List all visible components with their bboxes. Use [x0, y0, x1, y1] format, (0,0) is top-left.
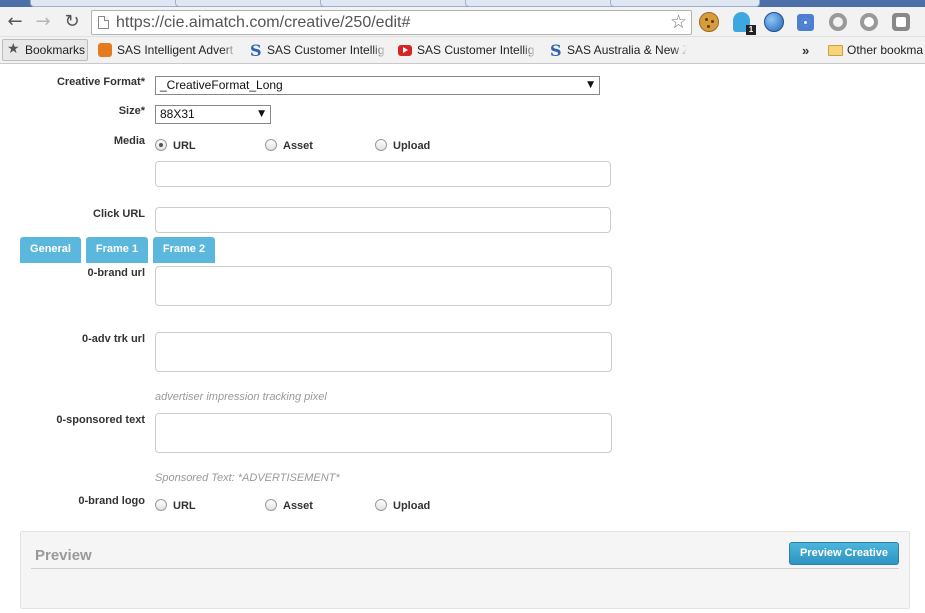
bookmark-item[interactable]: SAS Australia & New Z: [547, 40, 687, 61]
bookmark-label: SAS Intelligent Advert: [117, 43, 234, 57]
preview-divider: [31, 568, 899, 569]
creative-edit-page: Creative Format* _CreativeFormat_Long ▼ …: [0, 65, 925, 613]
star-icon: ★: [7, 41, 20, 57]
size-select[interactable]: 88X31 ▼: [155, 105, 271, 124]
adv-trk-url-label: 0-adv trk url: [82, 333, 145, 345]
more-bookmarks-chevron-icon[interactable]: »: [802, 40, 809, 61]
browser-tab[interactable]: [320, 0, 470, 7]
bookmarks-button[interactable]: ★ Bookmarks: [2, 39, 88, 61]
address-url[interactable]: https://cie.aimatch.com/creative/250/edi…: [116, 13, 410, 33]
radio-icon[interactable]: [375, 499, 387, 511]
preview-creative-button[interactable]: Preview Creative: [789, 542, 899, 565]
address-bar[interactable]: https://cie.aimatch.com/creative/250/edi…: [91, 10, 692, 35]
browser-tab[interactable]: [175, 0, 325, 7]
sas-blue-icon: [548, 40, 562, 61]
brand-url-label: 0-brand url: [87, 267, 145, 279]
globe-extension-icon[interactable]: [764, 12, 784, 32]
adv-trk-url-hint: advertiser impression tracking pixel: [155, 391, 327, 403]
dropdown-arrow-icon: ▼: [258, 109, 265, 119]
ghostery-extension-icon[interactable]: 1: [733, 12, 756, 35]
pocket-extension-icon[interactable]: [892, 13, 910, 31]
radio-label: Asset: [283, 500, 313, 512]
forward-arrow-icon[interactable]: →: [31, 11, 55, 33]
tab-strip: [0, 0, 925, 7]
bookmark-label: Other bookma: [847, 43, 924, 57]
sponsored-text-input[interactable]: [155, 413, 612, 453]
radio-label: URL: [173, 500, 196, 512]
sas-orange-icon: [98, 43, 112, 57]
radio-label: Upload: [393, 500, 431, 512]
bookmark-label: SAS Customer Intellig: [417, 43, 535, 57]
reload-icon[interactable]: ↻: [60, 11, 84, 33]
bookmark-item[interactable]: SAS Customer Intellig: [397, 40, 537, 61]
radio-icon[interactable]: [375, 139, 387, 151]
home-extension-icon[interactable]: [860, 13, 878, 31]
bookmark-star-icon[interactable]: ☆: [670, 11, 687, 33]
ring-extension-icon[interactable]: [829, 13, 847, 31]
bookmark-label: SAS Australia & New Z: [567, 43, 687, 57]
dropdown-arrow-icon: ▼: [587, 80, 594, 90]
creative-format-value: _CreativeFormat_Long: [160, 78, 283, 92]
other-bookmarks-folder[interactable]: Other bookma: [827, 40, 925, 61]
radio-label: Asset: [283, 140, 313, 152]
radio-label: Upload: [393, 140, 431, 152]
brand-url-input[interactable]: [155, 266, 612, 306]
radio-label: URL: [173, 140, 196, 152]
radio-checked-icon[interactable]: [155, 139, 167, 151]
creative-format-select[interactable]: _CreativeFormat_Long ▼: [155, 76, 600, 95]
radio-icon[interactable]: [265, 139, 277, 151]
browser-tab[interactable]: [30, 0, 180, 7]
tab-frame-2[interactable]: Frame 2: [153, 237, 215, 263]
cookie-extension-icon[interactable]: [699, 12, 719, 32]
browser-tab[interactable]: [465, 0, 615, 7]
bookmark-label: Bookmarks: [25, 43, 86, 57]
tab-general[interactable]: General: [20, 237, 81, 263]
bookmark-item[interactable]: SAS Customer Intellig: [247, 40, 387, 61]
preview-title: Preview: [35, 547, 92, 564]
bookmark-label: SAS Customer Intellig: [267, 43, 385, 57]
page-icon: [98, 16, 109, 29]
back-arrow-icon[interactable]: ←: [3, 11, 27, 33]
extension-badge: 1: [746, 25, 756, 35]
bookmarks-bar: ★ Bookmarks SAS Intelligent Advert SAS C…: [0, 37, 925, 64]
folder-icon: [828, 45, 843, 56]
size-value: 88X31: [160, 107, 195, 121]
click-url-label: Click URL: [93, 208, 145, 220]
bookmark-item[interactable]: SAS Intelligent Advert: [97, 40, 237, 61]
radio-icon[interactable]: [155, 499, 167, 511]
adv-trk-url-input[interactable]: [155, 332, 612, 372]
youtube-icon: [398, 45, 412, 56]
tab-frame-1[interactable]: Frame 1: [86, 237, 148, 263]
browser-toolbar: ← → ↻ https://cie.aimatch.com/creative/2…: [0, 7, 925, 37]
preview-panel: Preview Preview Creative: [20, 531, 910, 609]
brand-logo-label: 0-brand logo: [78, 495, 145, 507]
browser-tab[interactable]: [610, 0, 760, 7]
media-url-input[interactable]: [155, 161, 611, 187]
click-url-input[interactable]: [155, 207, 611, 233]
radio-icon[interactable]: [265, 499, 277, 511]
creative-format-label: Creative Format*: [56, 76, 145, 88]
sponsored-text-label: 0-sponsored text: [56, 414, 145, 426]
media-label: Media: [113, 135, 145, 147]
sas-blue-icon: [248, 40, 262, 61]
size-label: Size*: [118, 105, 145, 117]
sync-extension-icon[interactable]: [797, 14, 814, 31]
sponsored-text-hint: Sponsored Text: *ADVERTISEMENT*: [155, 472, 340, 484]
